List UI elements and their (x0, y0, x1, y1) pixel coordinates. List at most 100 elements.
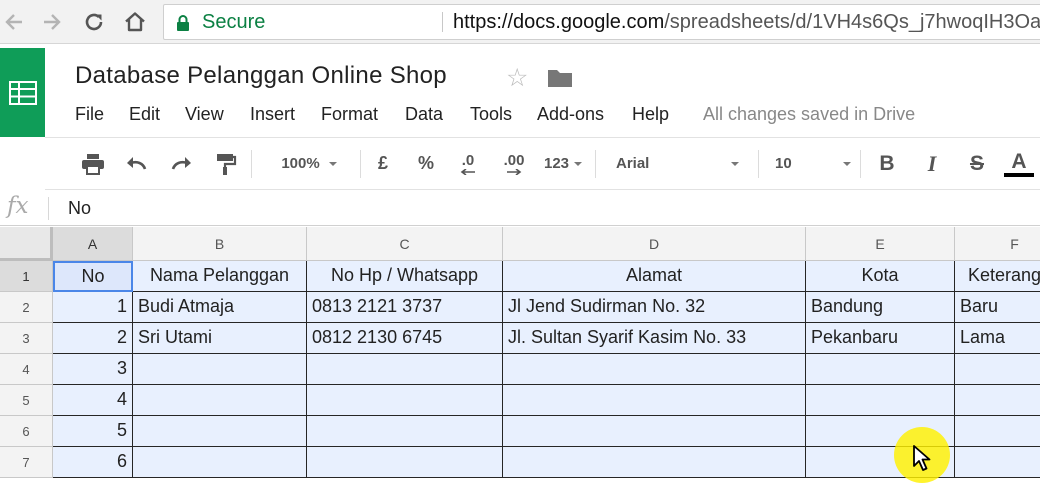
menu-addons[interactable]: Add-ons (537, 104, 604, 125)
row-header-7[interactable]: 7 (0, 447, 53, 478)
print-button[interactable] (78, 138, 108, 189)
table-cell[interactable] (133, 416, 307, 447)
table-cell[interactable] (806, 354, 955, 385)
header-cell[interactable]: No (53, 261, 133, 292)
table-cell[interactable] (133, 447, 307, 478)
menu-edit[interactable]: Edit (129, 104, 160, 125)
toolbar-divider (595, 150, 596, 178)
table-cell[interactable] (806, 385, 955, 416)
table-cell[interactable]: Budi Atmaja (133, 292, 307, 323)
row-header-5[interactable]: 5 (0, 385, 53, 416)
column-header-e[interactable]: E (806, 227, 955, 261)
menu-insert[interactable]: Insert (250, 104, 295, 125)
header-cell[interactable]: Alamat (503, 261, 806, 292)
menu-data[interactable]: Data (405, 104, 443, 125)
toolbar-divider (860, 150, 861, 178)
save-status[interactable]: All changes saved in Drive (703, 104, 915, 125)
sheets-home-button[interactable] (0, 48, 45, 137)
percent-format-button[interactable]: % (413, 138, 439, 189)
table-cell[interactable] (133, 354, 307, 385)
mouse-cursor-highlight (894, 427, 950, 483)
sheets-logo-icon (8, 80, 37, 105)
table-cell[interactable]: Jl. Sultan Syarif Kasim No. 33 (503, 323, 806, 354)
table-cell[interactable] (307, 416, 503, 447)
reload-button[interactable] (80, 8, 108, 36)
table-cell[interactable] (955, 354, 1040, 385)
header-cell[interactable]: Keterangan (955, 261, 1040, 292)
table-cell[interactable] (955, 416, 1040, 447)
column-header-b[interactable]: B (133, 227, 307, 261)
menu-view[interactable]: View (185, 104, 224, 125)
table-cell[interactable]: Pekanbaru (806, 323, 955, 354)
table-cell[interactable]: Jl Jend Sudirman No. 32 (503, 292, 806, 323)
forward-button[interactable] (38, 8, 66, 36)
undo-button[interactable] (122, 138, 152, 189)
table-cell[interactable] (133, 385, 307, 416)
header-cell[interactable]: Kota (806, 261, 955, 292)
table-cell[interactable]: Lama (955, 323, 1040, 354)
table-cell[interactable]: 5 (53, 416, 133, 447)
chevron-down-icon (731, 161, 739, 166)
back-button[interactable] (0, 8, 28, 36)
italic-button[interactable]: I (919, 138, 945, 189)
strikethrough-button[interactable]: S (963, 138, 991, 189)
mouse-pointer-icon (913, 445, 931, 471)
table-cell[interactable] (307, 354, 503, 385)
table-cell[interactable]: Bandung (806, 292, 955, 323)
header-cell[interactable]: Nama Pelanggan (133, 261, 307, 292)
table-cell[interactable]: 2 (53, 323, 133, 354)
menu-help[interactable]: Help (632, 104, 669, 125)
paint-format-button[interactable] (211, 138, 241, 189)
undo-icon (127, 156, 147, 170)
more-formats-select[interactable]: 123 (537, 138, 589, 189)
font-family-select[interactable]: Arial (610, 138, 745, 189)
table-cell[interactable] (307, 385, 503, 416)
menu-tools[interactable]: Tools (470, 104, 512, 125)
bold-button[interactable]: B (874, 138, 900, 189)
table-cell[interactable]: 0812 2130 6745 (307, 323, 503, 354)
star-icon[interactable]: ☆ (506, 64, 528, 92)
folder-icon[interactable] (547, 68, 573, 88)
table-cell[interactable]: 6 (53, 447, 133, 478)
increase-decimal-button[interactable]: .00 (496, 138, 532, 189)
text-color-button[interactable]: A (1003, 138, 1035, 189)
row-header-6[interactable]: 6 (0, 416, 53, 447)
menu-file[interactable]: File (75, 104, 104, 125)
column-header-a[interactable]: A (53, 227, 133, 261)
column-header-c[interactable]: C (307, 227, 503, 261)
column-header-f[interactable]: F (955, 227, 1040, 261)
table-cell[interactable]: Baru (955, 292, 1040, 323)
font-size-select[interactable]: 10 (771, 138, 855, 189)
currency-format-button[interactable]: £ (370, 138, 396, 189)
home-button[interactable] (121, 8, 149, 36)
table-cell[interactable] (503, 385, 806, 416)
zoom-select[interactable]: 100% (265, 138, 353, 189)
row-header-4[interactable]: 4 (0, 354, 53, 385)
redo-icon (171, 156, 191, 170)
column-header-d[interactable]: D (503, 227, 806, 261)
table-cell[interactable]: Sri Utami (133, 323, 307, 354)
decrease-decimal-button[interactable]: .0 (453, 138, 483, 189)
row-header-3[interactable]: 3 (0, 323, 53, 354)
address-bar[interactable]: Secure https://docs.google.com/spreadshe… (163, 4, 1040, 40)
document-title[interactable]: Database Pelanggan Online Shop (75, 62, 447, 90)
row-header-1[interactable]: 1 (0, 261, 53, 292)
table-cell[interactable]: 0813 2121 3737 (307, 292, 503, 323)
table-cell[interactable] (955, 447, 1040, 478)
table-cell[interactable] (307, 447, 503, 478)
toolbar-divider (251, 150, 252, 178)
table-cell[interactable]: 3 (53, 354, 133, 385)
table-cell[interactable] (503, 354, 806, 385)
table-cell[interactable] (503, 447, 806, 478)
table-cell[interactable] (503, 416, 806, 447)
select-all-corner[interactable] (0, 227, 53, 261)
menu-format[interactable]: Format (321, 104, 378, 125)
chevron-down-icon (328, 161, 337, 166)
header-cell[interactable]: No Hp / Whatsapp (307, 261, 503, 292)
table-cell[interactable]: 4 (53, 385, 133, 416)
table-cell[interactable] (955, 385, 1040, 416)
row-header-2[interactable]: 2 (0, 292, 53, 323)
formula-input[interactable]: No (68, 198, 91, 219)
redo-button[interactable] (166, 138, 196, 189)
table-cell[interactable]: 1 (53, 292, 133, 323)
